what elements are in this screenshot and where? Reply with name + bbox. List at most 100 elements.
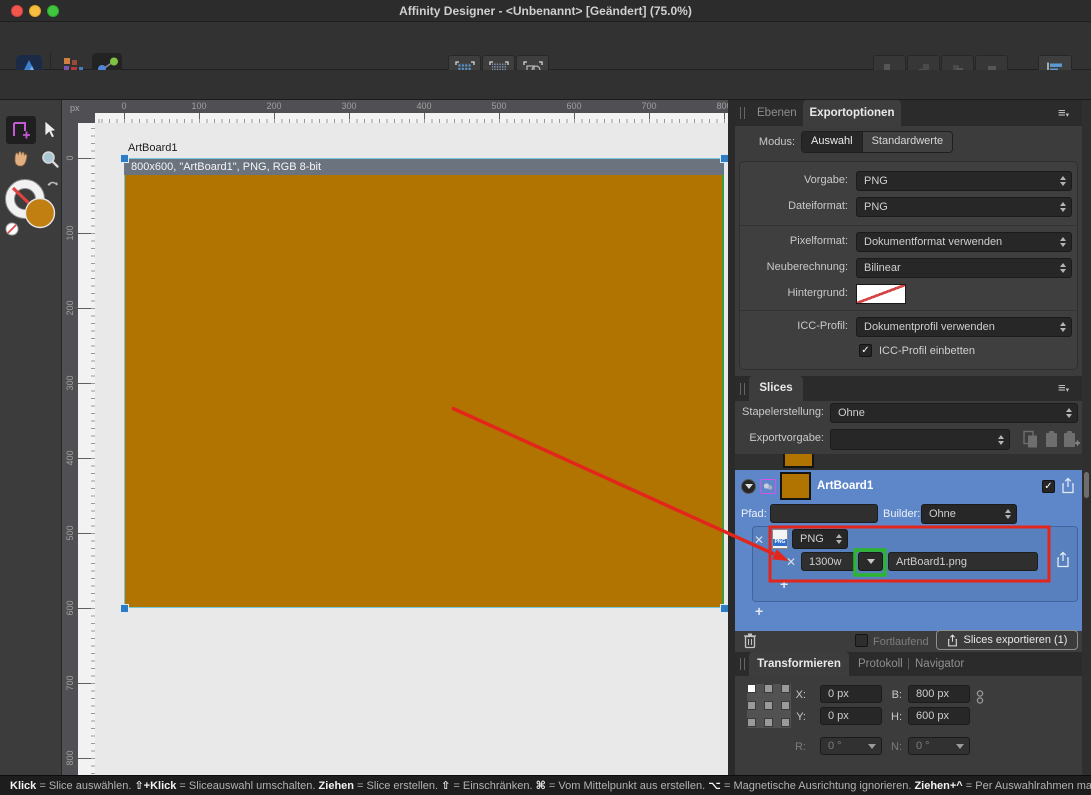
anchor-point-selector[interactable] [747,684,791,728]
panel-grip[interactable] [740,658,745,670]
h-label: H: [887,711,902,723]
selection-handle-top-left[interactable] [120,154,129,163]
y-input[interactable]: 0 px [820,707,882,725]
tab-transformieren[interactable]: Transformieren [749,652,849,676]
size-dropdown-button[interactable] [858,552,883,571]
modus-standardwerte-button[interactable]: Standardwerte [862,132,953,152]
anchor-center[interactable] [764,701,773,710]
icc-embed-checkbox[interactable]: ✓ [859,344,872,357]
paste-preset-add-icon[interactable] [1062,430,1081,454]
stepper-icon[interactable] [1060,322,1066,332]
modus-auswahl-button[interactable]: Auswahl [802,132,862,152]
anchor-top-center[interactable] [764,684,773,693]
panel-menu-icon[interactable]: ≡▾ [1058,105,1069,120]
slice-row-artboard1[interactable]: ArtBoard1 ✓ Pfad: Builder: Ohne ✕ PNG PN… [735,470,1082,631]
horizontal-ruler-ticks [95,113,728,123]
artboard-name-label: ArtBoard1 [128,142,178,154]
hand-tool-button[interactable] [6,146,34,172]
export-size-share-icon[interactable] [1056,551,1070,573]
anchor-top-left[interactable] [747,684,756,693]
stepper-icon[interactable] [998,435,1004,445]
add-format-button[interactable]: + [755,603,763,619]
pfad-input[interactable] [770,504,878,523]
anchor-bottom-center[interactable] [764,718,773,727]
scrollbar-thumb[interactable] [1084,472,1089,498]
selection-handle-top-right[interactable] [720,154,728,163]
ruler-label: 400 [65,443,75,473]
fortlaufend-checkbox[interactable] [855,634,868,647]
png-file-icon: PNG [772,529,788,549]
copy-preset-icon[interactable] [1022,430,1039,454]
selection-handle-bottom-right[interactable] [720,604,728,613]
height-input[interactable]: 600 px [908,707,970,725]
document-canvas[interactable]: ArtBoard1 800x600, "ArtBoard1", PNG, RGB… [95,123,728,775]
size-input[interactable]: 1300w [801,552,856,571]
exportvorgabe-select[interactable] [830,429,1010,450]
anchor-top-right[interactable] [781,684,790,693]
neuberechnung-select[interactable]: Bilinear [856,258,1072,278]
stroke-fill-color-icon [3,176,61,240]
stepper-icon[interactable] [1066,408,1072,418]
tab-ebenen[interactable]: Ebenen [757,107,797,119]
tab-slices[interactable]: Slices [749,376,803,401]
anchor-middle-left[interactable] [747,701,756,710]
filename-input[interactable]: ArtBoard1.png [888,552,1038,571]
remove-size-button[interactable]: ✕ [786,555,796,569]
anchor-bottom-right[interactable] [781,718,790,727]
panel-menu-icon[interactable]: ≡▾ [1058,380,1069,395]
ruler-label: 300 [65,368,75,398]
slice-list-partial-thumbnail[interactable] [783,454,814,468]
zoom-tool-button[interactable] [38,146,62,172]
panel-grip[interactable] [740,107,745,119]
panel-grip[interactable] [740,383,745,395]
x-input[interactable]: 0 px [820,685,882,703]
vorgabe-select[interactable]: PNG [856,171,1072,191]
anchor-middle-right[interactable] [781,701,790,710]
shear-combo[interactable]: 0 ° [908,737,970,755]
stepper-icon[interactable] [1060,202,1066,212]
export-slices-button[interactable]: Slices exportieren (1) [936,630,1078,650]
delete-slice-icon[interactable] [743,632,757,654]
link-dimensions-icon[interactable] [976,689,984,710]
stepper-icon[interactable] [1060,176,1066,186]
vorgabe-label: Vorgabe: [735,174,848,186]
width-input[interactable]: 800 px [908,685,970,703]
tab-exportoptionen[interactable]: Exportoptionen [803,100,901,126]
panel-scrollbar[interactable] [1082,100,1091,775]
tab-navigator[interactable]: Navigator [915,658,964,670]
stepper-icon[interactable] [1005,509,1011,519]
move-tool-button[interactable] [38,116,62,144]
stepper-icon[interactable] [1060,237,1066,247]
transform-panel-tabbar: Transformieren Protokoll | Navigator [735,652,1082,676]
background-color-swatch[interactable] [856,284,906,304]
tab-protokoll[interactable]: Protokoll [858,658,903,670]
chevron-down-icon [867,559,875,564]
fortlaufend-label: Fortlaufend [873,636,929,648]
anchor-bottom-left[interactable] [747,718,756,727]
icc-profil-select[interactable]: Dokumentprofil verwenden [856,317,1072,337]
selection-handle-bottom-left[interactable] [120,604,129,613]
stepper-icon[interactable] [1060,263,1066,273]
remove-format-button[interactable]: ✕ [754,533,764,547]
slice-export-checkbox[interactable]: ✓ [1042,480,1055,493]
format-select[interactable]: PNG [792,529,848,549]
stapelerstellung-select[interactable]: Ohne [830,403,1078,423]
rotation-combo[interactable]: 0 ° [820,737,882,755]
paste-preset-icon[interactable] [1044,430,1059,454]
ruler-label: 200 [259,101,289,111]
b-label: B: [887,689,902,701]
slice-share-icon[interactable] [1061,477,1075,499]
artboard[interactable] [124,158,724,608]
stepper-icon[interactable] [836,534,842,544]
slice-thumbnail[interactable] [780,472,811,500]
window-title: Affinity Designer - <Unbenannt> [Geänder… [0,4,1091,18]
color-selector[interactable] [3,176,61,245]
dateiformat-select[interactable]: PNG [856,197,1072,217]
disclosure-toggle[interactable] [741,479,756,494]
add-size-button[interactable]: + [780,576,788,592]
status-segment: Klick [10,780,36,792]
ruler-label: 400 [409,101,439,111]
builder-select[interactable]: Ohne [921,504,1017,524]
pixelformat-select[interactable]: Dokumentformat verwenden [856,232,1072,252]
slice-tool-button[interactable] [6,116,36,144]
